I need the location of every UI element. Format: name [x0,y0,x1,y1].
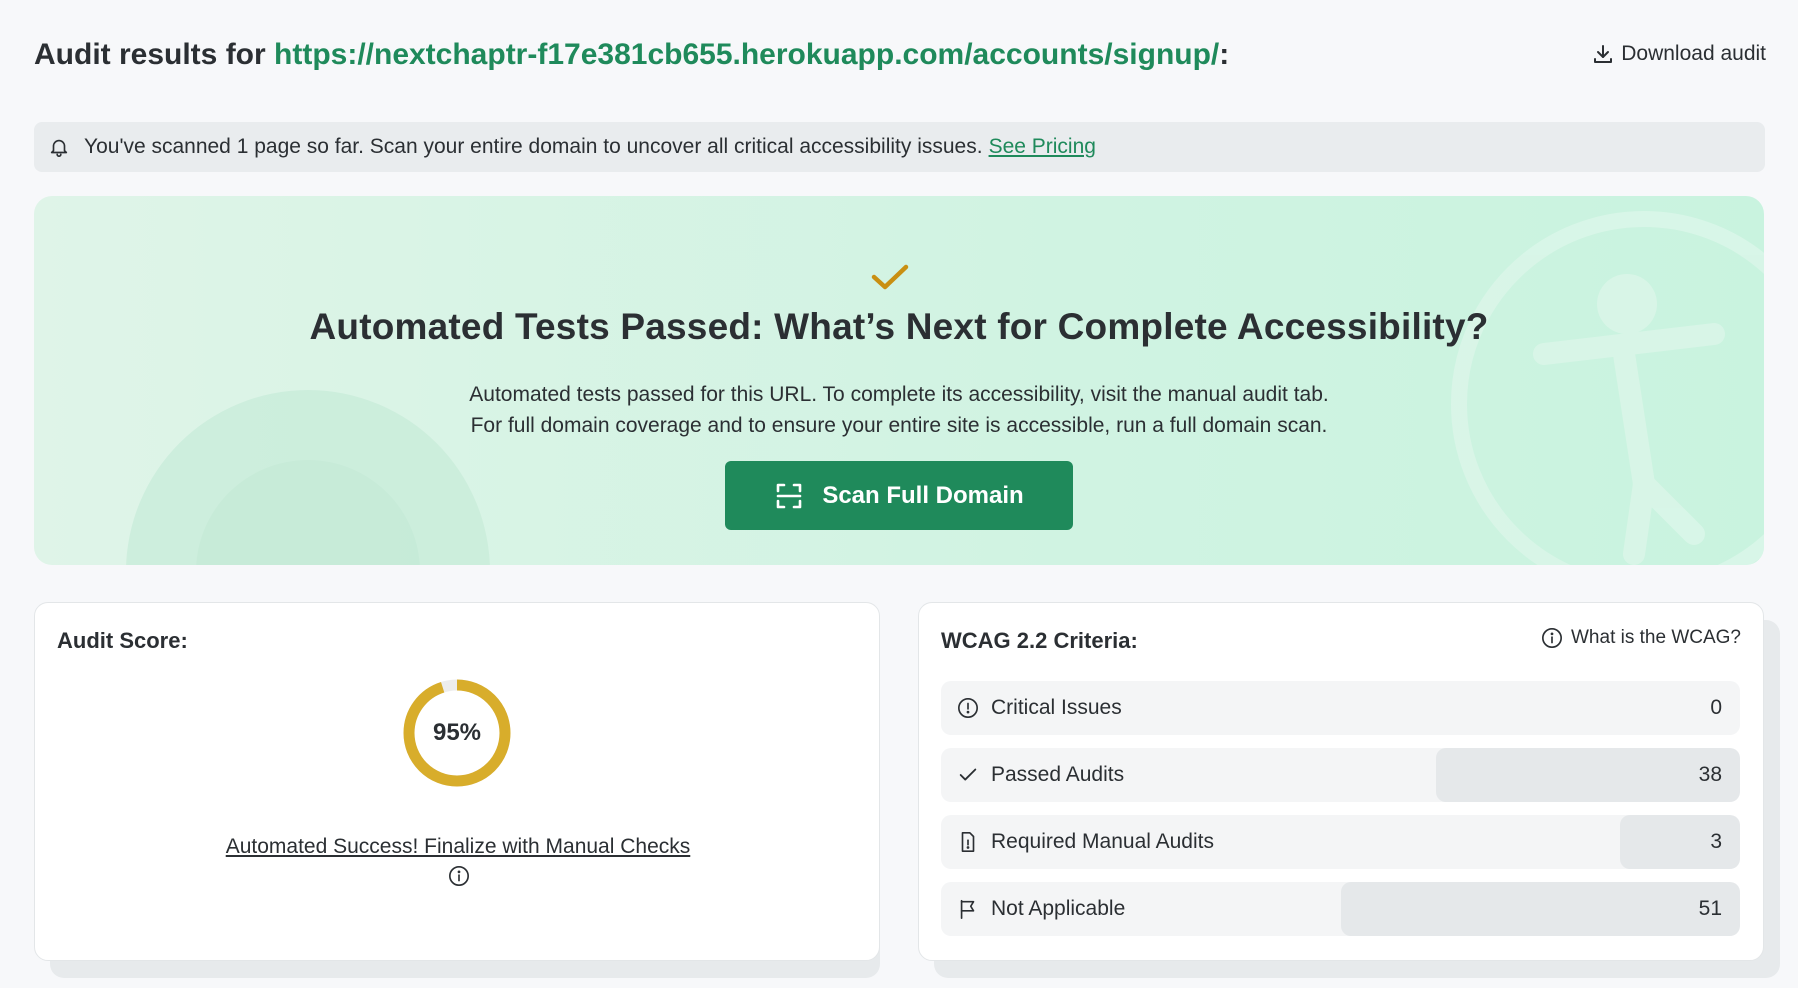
criteria-row-not-applicable[interactable]: Not Applicable 51 [941,882,1740,936]
info-icon[interactable] [448,865,470,887]
scan-full-domain-button[interactable]: Scan Full Domain [725,461,1073,530]
wcag-title: WCAG 2.2 Criteria: [941,628,1138,653]
notice-text: You've scanned 1 page so far. Scan your … [84,135,983,158]
criteria-count: 51 [1698,897,1722,920]
scan-notice-banner: You've scanned 1 page so far. Scan your … [34,122,1765,172]
page-header: Audit results for https://nextchaptr-f17… [34,34,1766,78]
hero-description: Automated tests passed for this URL. To … [34,379,1764,441]
bell-icon [50,139,68,157]
download-icon [1594,45,1613,63]
see-pricing-link[interactable]: See Pricing [989,135,1096,159]
criteria-row-passed-audits[interactable]: Passed Audits 38 [941,748,1740,802]
check-icon [871,264,909,290]
manual-checks-link-text[interactable]: Automated Success! Finalize with Manual … [226,835,691,858]
info-icon [1542,628,1562,648]
document-icon [961,832,975,852]
criteria-bar [1436,748,1740,802]
results-hero: Automated Tests Passed: What’s Next for … [34,196,1764,565]
criteria-row-critical-issues[interactable]: Critical Issues 0 [941,681,1740,735]
hero-line-2: For full domain coverage and to ensure y… [470,414,1328,437]
criteria-label-wrap: Passed Audits [957,748,1124,802]
check-icon [959,768,977,781]
criteria-bar [1620,815,1740,869]
title-suffix: : [1219,38,1230,71]
manual-checks-link[interactable]: Automated Success! Finalize with Manual … [215,831,701,895]
criteria-label: Required Manual Audits [991,830,1214,853]
alert-circle-icon [958,698,978,718]
audited-url[interactable]: https://nextchaptr-f17e381cb655.herokuap… [274,38,1219,71]
criteria-bar [1340,882,1740,936]
flag-icon [960,899,975,919]
hero-heading: Automated Tests Passed: What’s Next for … [309,306,1489,347]
hero-line-1: Automated tests passed for this URL. To … [469,383,1329,406]
scan-icon [777,483,802,508]
download-label: Download audit [1621,42,1766,65]
download-audit-button[interactable]: Download audit [1591,42,1766,66]
criteria-count: 38 [1698,763,1722,786]
scan-button-label: Scan Full Domain [822,481,1024,509]
criteria-count: 0 [1710,696,1722,719]
score-value: 95% [432,719,482,746]
criteria-count: 3 [1710,830,1722,853]
criteria-label-wrap: Not Applicable [957,882,1125,936]
page-title: Audit results for https://nextchaptr-f17… [34,34,1229,76]
criteria-label-wrap: Critical Issues [957,681,1122,735]
criteria-label: Passed Audits [991,763,1125,786]
audit-score-title: Audit Score: [57,628,188,653]
criteria-label: Critical Issues [991,696,1122,719]
criteria-label: Not Applicable [991,897,1126,920]
criteria-label-wrap: Required Manual Audits [957,815,1214,869]
criteria-row-required-manual-audits[interactable]: Required Manual Audits 3 [941,815,1740,869]
wcag-criteria-card: WCAG 2.2 Criteria: What is the WCAG? Cri… [918,602,1764,961]
what-is-wcag-label: What is the WCAG? [1571,627,1741,648]
what-is-wcag-link[interactable]: What is the WCAG? [1541,627,1741,649]
title-prefix: Audit results for [34,38,275,71]
audit-score-card: Audit Score: 95% Automated Success! Fina… [34,602,880,961]
